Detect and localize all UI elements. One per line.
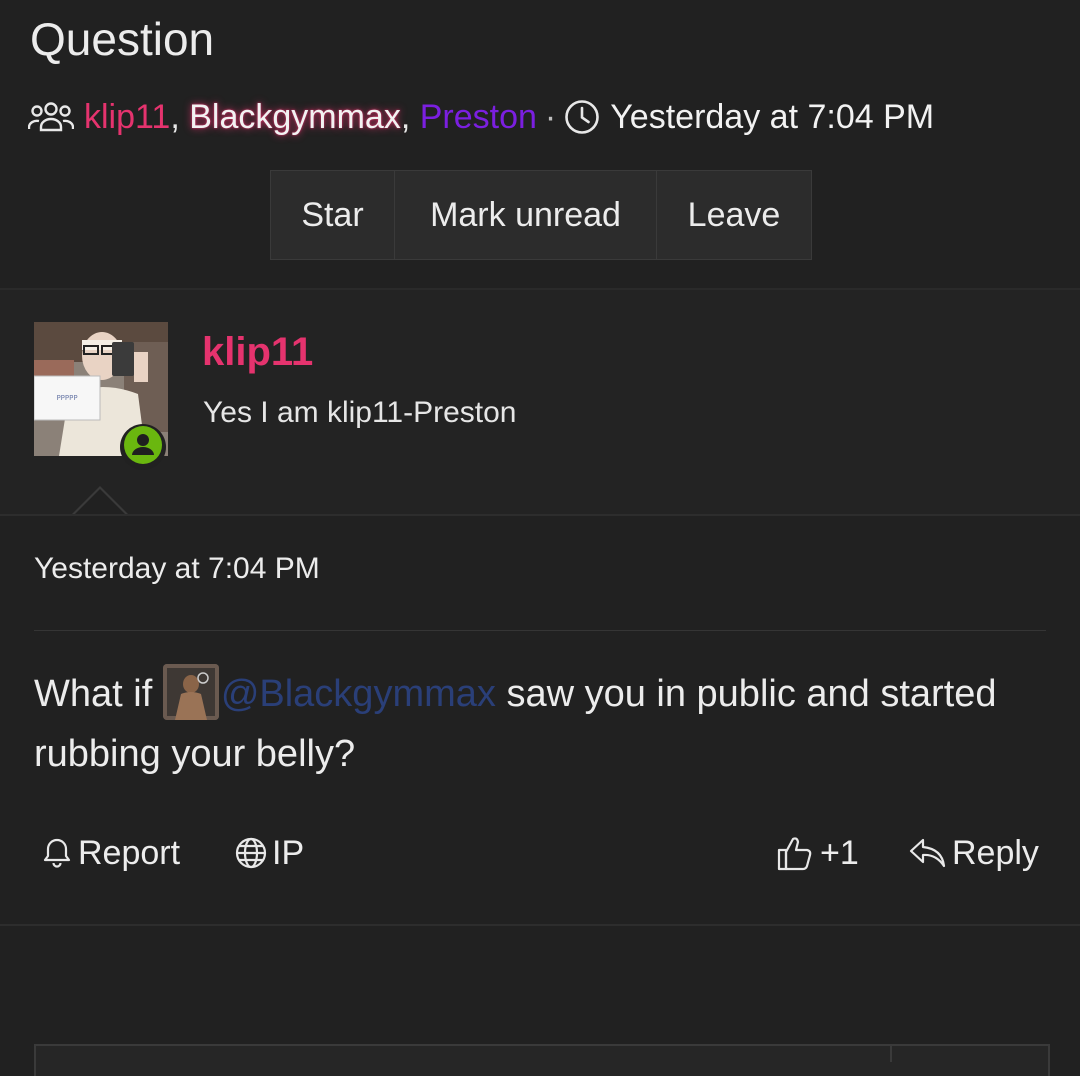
ip-label: IP [272,833,305,872]
page-title: Question [30,13,215,65]
report-button[interactable]: Report [40,830,180,876]
message-username[interactable]: klip11 [202,330,313,375]
ip-button[interactable]: IP [234,830,304,876]
mark-unread-button[interactable]: Mark unread [395,171,657,259]
star-button[interactable]: Star [271,171,395,259]
message-body: What if @Blackgymmax saw you in public a… [34,664,1044,784]
user-title: Yes I am klip11-Preston [203,396,517,429]
globe-icon [234,836,272,870]
message-pointer-fill [72,489,128,517]
message-text-start: What if [34,673,163,715]
svg-text:PPPPP: PPPPP [56,394,77,402]
like-count: +1 [820,833,859,872]
mention-link[interactable]: @Blackgymmax [221,673,496,715]
section-divider [0,514,1080,516]
message-date[interactable]: Yesterday at 7:04 PM [34,552,320,586]
like-button[interactable]: +1 [776,830,859,876]
reply-label: Reply [952,833,1039,872]
conversation-timestamp: Yesterday at 7:04 PM [610,97,935,136]
leave-button[interactable]: Leave [657,171,811,259]
reply-button[interactable]: Reply [908,830,1039,876]
message-divider [34,630,1046,631]
users-icon [28,100,74,134]
section-divider [0,924,1080,926]
participant-link-preston[interactable]: Preston [420,98,537,137]
report-label: Report [78,833,181,872]
online-status-badge [120,424,166,470]
clock-icon [564,99,600,135]
participant-separator: , [400,97,420,136]
thumbs-up-icon [776,833,820,873]
conversation-toolbar: Star Mark unread Leave [270,170,812,260]
participant-link-klip11[interactable]: klip11 [84,98,170,137]
online-user-icon [123,425,163,470]
reply-icon [908,835,952,871]
reply-editor[interactable] [34,1044,1050,1076]
editor-divider [890,1044,892,1062]
mention-avatar[interactable] [162,664,219,720]
message-actions: Report IP +1 Reply [0,830,1080,876]
conversation-header: Question klip11 , Blackgymmax , Preston … [0,0,1080,288]
participant-link-blackgymmax[interactable]: Blackgymmax [189,98,401,137]
participant-separator: , [170,97,190,136]
bell-icon [40,836,78,870]
conversation-meta: klip11 , Blackgymmax , Preston · Yesterd… [28,94,934,140]
meta-dot: · [544,97,557,136]
